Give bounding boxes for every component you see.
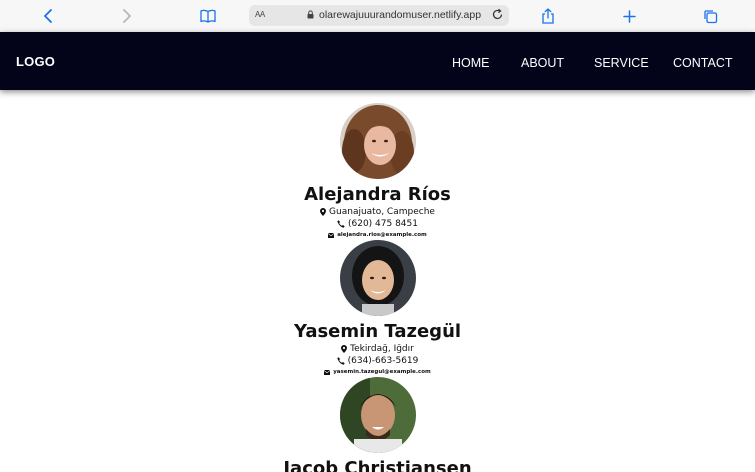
- user-location-text: Guanajuato, Campeche: [329, 207, 435, 217]
- tabs-icon: [703, 9, 717, 23]
- address-bar[interactable]: AA olarewajuuurandomuser.netlify.app: [249, 5, 509, 26]
- share-button[interactable]: [536, 5, 560, 27]
- chevron-right-icon: [123, 9, 131, 23]
- nav-link-contact[interactable]: CONTACT: [673, 56, 733, 70]
- user-email: yasemin.tazegul@example.com: [0, 367, 755, 377]
- new-tab-button[interactable]: [617, 5, 641, 27]
- user-location: Tekirdağ, Iğdır: [0, 343, 755, 355]
- user-avatar: [339, 103, 416, 179]
- nav-link-home[interactable]: HOME: [452, 56, 490, 70]
- user-phone-text: (634)-663-5619: [347, 356, 419, 366]
- chevron-left-icon: [44, 9, 52, 23]
- reload-icon[interactable]: [491, 8, 504, 21]
- user-email-text[interactable]: alejandra.rios@example.com: [337, 230, 427, 240]
- map-marker-icon: [341, 345, 348, 353]
- bookmarks-button[interactable]: [196, 5, 220, 27]
- user-card: Alejandra Ríos Guanajuato, Campeche (620…: [0, 103, 755, 240]
- browser-toolbar: AA olarewajuuurandomuser.netlify.app: [0, 0, 755, 32]
- user-avatar: [339, 240, 416, 316]
- map-marker-icon: [320, 208, 327, 216]
- user-location: Guanajuato, Campeche: [0, 206, 755, 218]
- back-button[interactable]: [36, 5, 60, 27]
- user-email: alejandra.rios@example.com: [0, 230, 755, 240]
- user-location-text: Tekirdağ, Iğdır: [350, 344, 414, 354]
- user-name: Jacob Christiansen: [283, 458, 472, 472]
- site-logo[interactable]: LOGO: [16, 54, 55, 69]
- tabs-overview-button[interactable]: [698, 5, 722, 27]
- user-phone: (620) 475 8451: [0, 218, 755, 230]
- plus-icon: [622, 9, 636, 23]
- user-card: Jacob Christiansen: [0, 377, 755, 472]
- phone-icon: [336, 357, 345, 365]
- nav-link-about[interactable]: ABOUT: [521, 56, 564, 70]
- user-phone-text: (620) 475 8451: [347, 219, 418, 229]
- lock-icon: [307, 10, 314, 19]
- user-card: Yasemin Tazegül Tekirdağ, Iğdır (634)-66…: [0, 240, 755, 377]
- envelope-icon: [324, 369, 331, 375]
- book-icon: [200, 9, 216, 23]
- forward-button[interactable]: [115, 5, 139, 27]
- reader-aa-button[interactable]: AA: [255, 10, 265, 19]
- share-icon: [542, 8, 554, 24]
- user-name: Yasemin Tazegül: [293, 321, 462, 342]
- user-name: Alejandra Ríos: [304, 184, 451, 205]
- user-phone: (634)-663-5619: [0, 355, 755, 367]
- site-navbar: LOGO HOME ABOUT SERVICE CONTACT: [0, 32, 755, 90]
- envelope-icon: [328, 232, 335, 238]
- url-text: olarewajuuurandomuser.netlify.app: [319, 9, 482, 21]
- user-email-text[interactable]: yasemin.tazegul@example.com: [333, 367, 431, 377]
- user-avatar: [339, 377, 416, 453]
- phone-icon: [337, 220, 345, 228]
- nav-link-service[interactable]: SERVICE: [594, 56, 649, 70]
